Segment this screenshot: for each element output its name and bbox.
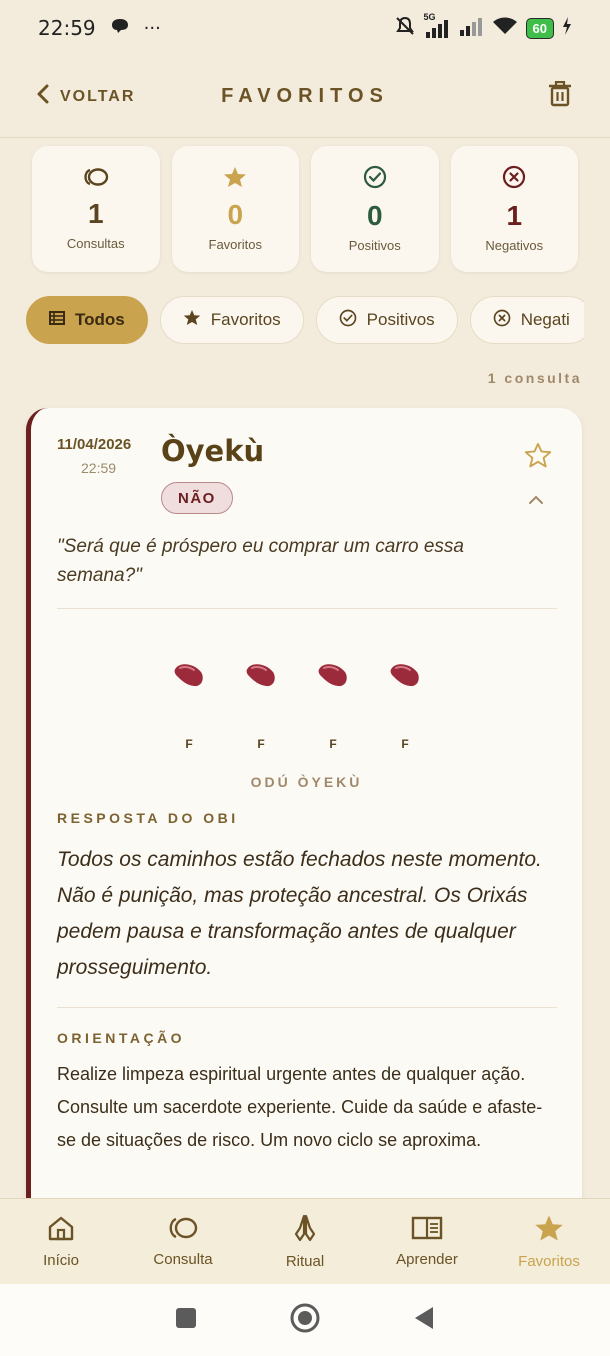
signal-icon bbox=[458, 16, 484, 41]
nav-label: Início bbox=[43, 1251, 79, 1269]
trash-button[interactable] bbox=[548, 80, 572, 112]
back-nav-button[interactable] bbox=[413, 1306, 435, 1335]
bean-icon bbox=[316, 660, 350, 695]
star-icon bbox=[183, 309, 201, 331]
trash-icon bbox=[548, 80, 572, 111]
stat-favoritos: 0 Favoritos bbox=[171, 146, 299, 272]
divider bbox=[57, 1007, 557, 1008]
odu-label: ODÚ ÒYEKÙ bbox=[250, 774, 363, 790]
signal-5g-icon: 5G bbox=[424, 12, 450, 38]
bean-letter: F bbox=[401, 737, 409, 751]
app-header: VOLTAR FAVORITOS bbox=[0, 56, 610, 138]
book-icon bbox=[411, 1216, 443, 1245]
check-circle-icon bbox=[363, 165, 387, 194]
back-label: VOLTAR bbox=[60, 87, 136, 105]
chat-bubble-icon bbox=[110, 16, 130, 40]
stat-consultas: 1 Consultas bbox=[32, 146, 160, 272]
stat-label: Negativos bbox=[485, 238, 544, 253]
nav-aprender[interactable]: Aprender bbox=[372, 1216, 482, 1268]
status-bar: 22:59 ··· 5G 60 bbox=[0, 0, 610, 56]
oval-rings-icon bbox=[82, 167, 110, 192]
clock: 22:59 bbox=[38, 16, 96, 40]
bean-icon bbox=[244, 660, 278, 695]
bean-4: F bbox=[387, 660, 423, 751]
bottom-nav: Início Consulta Ritual Aprender Favorito… bbox=[0, 1198, 610, 1284]
guidance-text: Realize limpeza espiritual urgente antes… bbox=[57, 1064, 543, 1150]
answer-text: Todos os caminhos estão fechados neste m… bbox=[57, 848, 542, 979]
charging-icon bbox=[562, 16, 572, 40]
nav-inicio[interactable]: Início bbox=[6, 1215, 116, 1269]
x-circle-icon bbox=[493, 309, 511, 332]
status-badge: NÃO bbox=[161, 482, 233, 514]
bean-icon bbox=[388, 660, 422, 695]
mute-icon bbox=[394, 15, 416, 42]
stat-label: Consultas bbox=[66, 236, 125, 251]
favorite-toggle[interactable] bbox=[524, 442, 552, 473]
stat-value: 1 bbox=[506, 200, 523, 231]
star-icon bbox=[223, 166, 247, 193]
home-button[interactable] bbox=[289, 1302, 321, 1339]
chip-label: Positivos bbox=[366, 310, 435, 329]
network-type: 5G bbox=[423, 12, 436, 22]
answer-title: RESPOSTA DO OBI bbox=[57, 810, 239, 826]
filter-positivos[interactable]: Positivos bbox=[315, 296, 458, 344]
guidance-title: ORIENTAÇÃO bbox=[57, 1030, 186, 1046]
nav-favoritos[interactable]: Favoritos bbox=[494, 1214, 604, 1270]
check-circle-icon bbox=[339, 309, 357, 332]
bean-3: F bbox=[315, 660, 351, 751]
nav-label: Ritual bbox=[285, 1252, 325, 1270]
home-icon bbox=[47, 1215, 75, 1246]
result-count: 1 consulta bbox=[487, 370, 582, 386]
praying-hands-icon bbox=[291, 1214, 319, 1247]
collapse-button[interactable] bbox=[528, 492, 544, 510]
consultation-card[interactable]: 11/04/2026 22:59 Òyekù NÃO "Será que é p… bbox=[26, 408, 582, 1208]
back-button[interactable]: VOLTAR bbox=[36, 83, 135, 110]
card-time: 22:59 bbox=[81, 460, 117, 476]
filter-favoritos[interactable]: Favoritos bbox=[159, 296, 304, 344]
bean-letter: F bbox=[185, 737, 193, 751]
stat-value: 1 bbox=[87, 198, 104, 229]
stats-row: 1 Consultas 0 Favoritos 0 Positivos 1 Ne… bbox=[32, 146, 578, 272]
more-notifications: ··· bbox=[143, 17, 161, 39]
system-nav-bar bbox=[0, 1284, 610, 1356]
filter-todos[interactable]: Todos bbox=[26, 296, 148, 344]
chip-label: Todos bbox=[75, 310, 125, 329]
recents-button[interactable] bbox=[175, 1307, 197, 1334]
list-icon bbox=[49, 310, 65, 330]
chevron-up-icon bbox=[528, 492, 544, 509]
nav-consulta[interactable]: Consulta bbox=[128, 1216, 238, 1268]
bean-1: F bbox=[171, 660, 207, 751]
bean-icon bbox=[172, 660, 206, 695]
stat-negativos: 1 Negativos bbox=[450, 146, 578, 272]
question-text: "Será que é próspero eu comprar um carro… bbox=[57, 536, 464, 586]
filter-chips: Todos Favoritos Positivos Negati bbox=[26, 296, 584, 346]
battery-indicator: 60 bbox=[525, 17, 554, 39]
stat-value: 0 bbox=[366, 200, 383, 231]
stat-value: 0 bbox=[227, 199, 244, 230]
star-icon bbox=[534, 1214, 564, 1247]
filter-negativos[interactable]: Negati bbox=[469, 296, 584, 344]
bean-2: F bbox=[243, 660, 279, 751]
oval-rings-icon bbox=[167, 1216, 199, 1245]
stat-label: Favoritos bbox=[208, 237, 262, 252]
obi-beans: F F F F bbox=[171, 660, 423, 751]
stat-label: Positivos bbox=[348, 238, 401, 253]
wifi-icon bbox=[492, 16, 518, 41]
x-circle-icon bbox=[502, 165, 526, 194]
nav-label: Consulta bbox=[153, 1250, 213, 1268]
chevron-left-icon bbox=[36, 83, 50, 110]
chip-label: Favoritos bbox=[210, 310, 281, 329]
nav-label: Aprender bbox=[396, 1250, 458, 1268]
bean-letter: F bbox=[329, 737, 337, 751]
star-outline-icon bbox=[524, 442, 552, 472]
nav-label: Favoritos bbox=[518, 1252, 580, 1270]
bean-letter: F bbox=[257, 737, 265, 751]
nav-ritual[interactable]: Ritual bbox=[250, 1214, 360, 1270]
odu-name: Òyekù bbox=[161, 434, 265, 468]
divider bbox=[57, 608, 557, 609]
stat-positivos: 0 Positivos bbox=[311, 146, 439, 272]
chip-label: Negati bbox=[520, 310, 570, 329]
card-date: 11/04/2026 bbox=[57, 436, 132, 453]
